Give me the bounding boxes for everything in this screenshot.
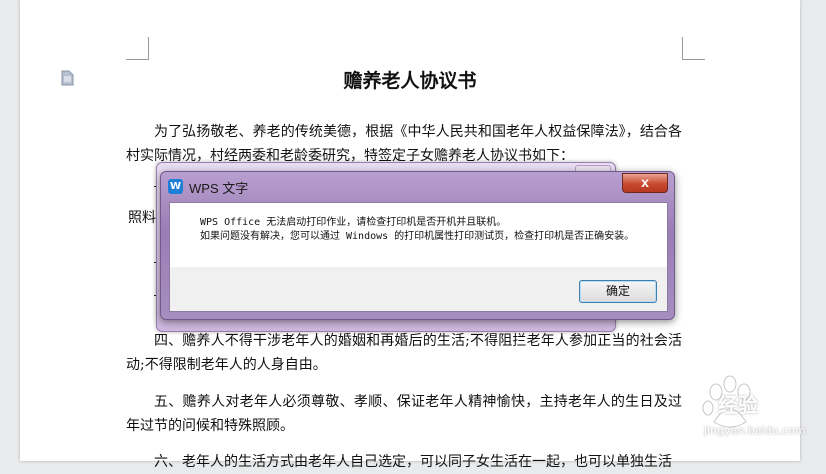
paragraph-intro: 为了弘扬敬老、养老的传统美德，根据《中华人民共和国老年人权益保障法》，结合各村实… (126, 124, 682, 164)
wps-error-dialog: W WPS 文字 x WPS Office 无法启动打印作业，请检查打印机是否开… (160, 171, 675, 320)
dialog-content: WPS Office 无法启动打印作业，请检查打印机是否开机并且联机。 如果问题… (169, 202, 668, 312)
message-line-2: 如果问题没有解决，您可以通过 Windows 的打印机属性打印测试页，检查打印机… (200, 231, 635, 242)
ok-button[interactable]: 确定 (579, 280, 657, 303)
document-title: 赡养老人协议书 (343, 70, 477, 92)
watermark-text: 经验 (718, 393, 758, 417)
paragraph-six: 六、老年人的生活方式由老年人自己选定，可以同子女生活在一起，也可以单独生活 (154, 454, 672, 470)
dialog-title: WPS 文字 (189, 181, 249, 196)
message-area: WPS Office 无法启动打印作业，请检查打印机是否开机并且联机。 如果问题… (170, 203, 667, 267)
error-message: WPS Office 无法启动打印作业，请检查打印机是否开机并且联机。 如果问题… (200, 216, 660, 244)
wps-logo-icon: W (168, 179, 183, 194)
page-corner-mark-top-left (126, 37, 149, 60)
message-line-1: WPS Office 无法启动打印作业，请检查打印机是否开机并且联机。 (200, 217, 507, 228)
close-button[interactable]: x (622, 173, 668, 193)
dialog-titlebar[interactable]: W WPS 文字 x (161, 172, 674, 200)
paragraph-five: 五、赡养人对老年人必须尊敬、孝顺、保证老年人精神愉快，主持老年人的生日及过年过节… (126, 394, 682, 434)
page-corner-mark-top-right (682, 37, 705, 60)
watermark-url: jingyan.baidu.com (704, 424, 806, 437)
paragraph-fragment: 照料 (128, 210, 156, 226)
paragraph-four: 四、赡养人不得干涉老年人的婚姻和再婚后的生活;不得阻拦老年人参加正当的社会活动;… (126, 333, 682, 373)
